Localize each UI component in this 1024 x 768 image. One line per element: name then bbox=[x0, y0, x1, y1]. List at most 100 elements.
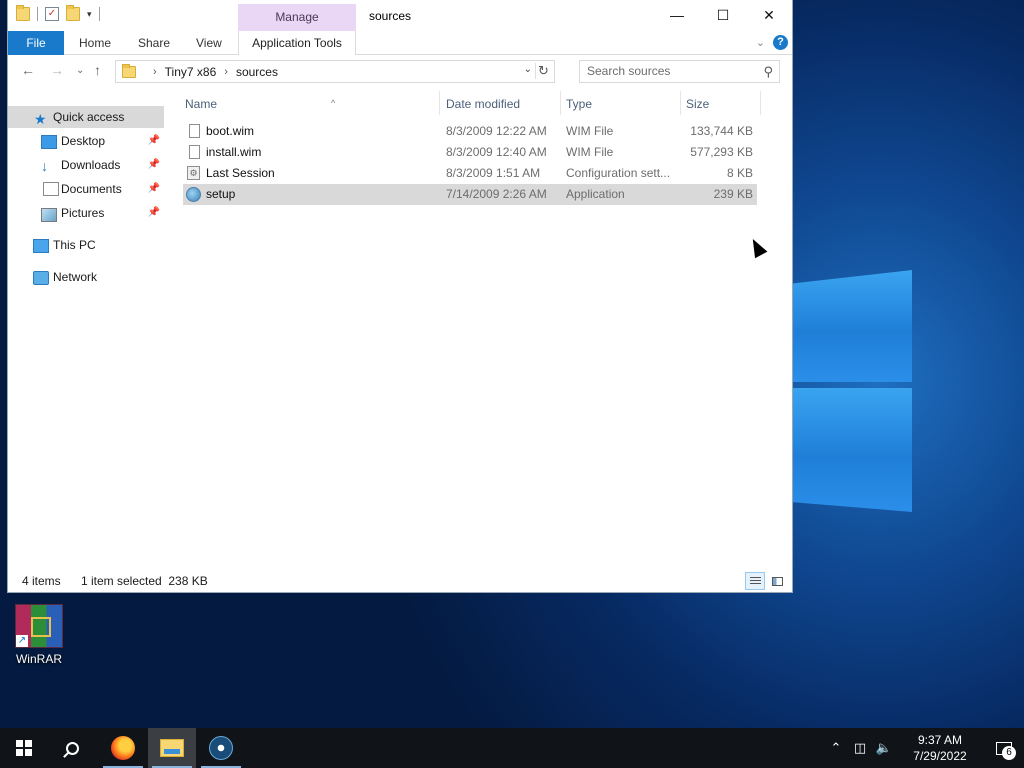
firefox-icon bbox=[111, 736, 135, 760]
column-divider[interactable] bbox=[439, 91, 440, 115]
breadcrumb-chevron-icon[interactable]: › bbox=[224, 66, 228, 78]
ribbon-tabs: File Home Share View Application Tools ⌄… bbox=[8, 31, 792, 55]
refresh-icon[interactable]: ↻ bbox=[535, 63, 551, 79]
wallpaper-logo-pane-top bbox=[792, 270, 912, 382]
file-row-boot-wim[interactable]: boot.wim 8/3/2009 12:22 AM WIM File 133,… bbox=[183, 121, 757, 142]
recent-locations-chevron-icon[interactable]: ⌄ bbox=[76, 65, 84, 76]
this-pc-icon bbox=[33, 239, 49, 253]
nav-item-this-pc[interactable]: This PC bbox=[8, 234, 164, 256]
nav-item-label: Pictures bbox=[61, 206, 105, 220]
address-bar[interactable]: › Tiny7 x86 › sources ⌄ ↻ bbox=[115, 60, 555, 83]
back-arrow-icon[interactable]: ← bbox=[21, 62, 35, 78]
action-center-button[interactable]: 6 bbox=[990, 728, 1018, 768]
windows-logo-icon bbox=[16, 740, 32, 756]
nav-item-network[interactable]: Network bbox=[8, 266, 164, 288]
nav-item-documents[interactable]: Documents 📌 bbox=[8, 178, 164, 200]
tab-share[interactable]: Share bbox=[138, 31, 170, 55]
column-divider[interactable] bbox=[760, 91, 761, 115]
up-arrow-icon[interactable]: ↑ bbox=[94, 62, 101, 78]
address-row: ← → ⌄ ↑ › Tiny7 x86 › sources ⌄ ↻ Search… bbox=[8, 58, 792, 86]
search-icon[interactable]: ⚲ bbox=[763, 61, 773, 82]
column-divider[interactable] bbox=[560, 91, 561, 115]
large-icons-view-button[interactable] bbox=[767, 572, 787, 590]
column-header-date-modified[interactable]: Date modified bbox=[446, 95, 520, 113]
file-date: 7/14/2009 2:26 AM bbox=[446, 187, 547, 201]
taskbar-steam[interactable] bbox=[197, 728, 245, 768]
minimize-button[interactable]: — bbox=[654, 0, 700, 30]
maximize-button[interactable]: ☐ bbox=[700, 0, 746, 30]
folder-icon bbox=[122, 63, 136, 78]
breadcrumb-sources[interactable]: sources bbox=[236, 65, 278, 79]
pictures-icon bbox=[41, 208, 57, 222]
tab-home[interactable]: Home bbox=[79, 31, 111, 55]
sort-ascending-icon: ^ bbox=[331, 98, 336, 108]
file-row-last-session[interactable]: ⚙ Last Session 8/3/2009 1:51 AM Configur… bbox=[183, 163, 757, 184]
close-button[interactable]: ✕ bbox=[746, 0, 792, 30]
clock[interactable]: 9:37 AM 7/29/2022 bbox=[900, 732, 980, 764]
customize-toolbar-chevron-icon[interactable]: ▾ bbox=[87, 9, 92, 20]
column-divider[interactable] bbox=[680, 91, 681, 115]
file-date: 8/3/2009 12:22 AM bbox=[446, 124, 547, 138]
nav-item-desktop[interactable]: Desktop 📌 bbox=[8, 130, 164, 152]
file-type: Application bbox=[566, 187, 625, 201]
file-row-setup[interactable]: setup 7/14/2009 2:26 AM Application 239 … bbox=[183, 184, 757, 205]
search-button[interactable] bbox=[48, 728, 96, 768]
column-header-type[interactable]: Type bbox=[566, 95, 592, 113]
file-size: 577,293 KB bbox=[690, 145, 753, 159]
pin-icon[interactable]: 📌 bbox=[148, 202, 160, 224]
file-row-install-wim[interactable]: install.wim 8/3/2009 12:40 AM WIM File 5… bbox=[183, 142, 757, 163]
ribbon-controls: ⌄ ? bbox=[756, 35, 788, 50]
nav-item-pictures[interactable]: Pictures 📌 bbox=[8, 202, 164, 224]
file-date: 8/3/2009 1:51 AM bbox=[446, 166, 541, 180]
nav-item-label: Documents bbox=[61, 182, 122, 196]
file-icon bbox=[189, 145, 200, 159]
file-name: boot.wim bbox=[206, 124, 255, 138]
pin-icon[interactable]: 📌 bbox=[148, 154, 160, 176]
setup-application-icon bbox=[186, 187, 201, 202]
nav-item-quick-access[interactable]: ★ Quick access bbox=[8, 106, 164, 128]
nav-item-label: This PC bbox=[53, 238, 96, 252]
tab-file[interactable]: File bbox=[8, 31, 64, 55]
column-header-size[interactable]: Size bbox=[686, 95, 709, 113]
tab-manage[interactable]: Manage bbox=[238, 4, 356, 31]
pin-icon[interactable]: 📌 bbox=[148, 178, 160, 200]
file-name: setup bbox=[206, 187, 236, 201]
winrar-icon: ↗ bbox=[15, 604, 63, 648]
title-bar[interactable]: ✓ ▾ Manage sources — ☐ ✕ bbox=[8, 0, 792, 31]
navigation-pane: ★ Quick access Desktop 📌 ↓ Downloads 📌 D… bbox=[8, 95, 166, 565]
quick-access-toolbar: ✓ ▾ bbox=[16, 5, 100, 21]
tab-application-tools[interactable]: Application Tools bbox=[238, 31, 356, 55]
network-status-icon[interactable]: ◫ bbox=[848, 740, 872, 756]
clock-date: 7/29/2022 bbox=[913, 749, 967, 763]
tab-view[interactable]: View bbox=[196, 31, 222, 55]
new-folder-icon[interactable] bbox=[66, 5, 80, 21]
downloads-icon: ↓ bbox=[41, 158, 48, 174]
taskbar-firefox[interactable] bbox=[99, 728, 147, 768]
volume-icon[interactable]: 🔈 bbox=[872, 740, 896, 756]
breadcrumb-tiny7-x86[interactable]: Tiny7 x86 bbox=[165, 65, 217, 79]
desktop-icon-label: WinRAR bbox=[15, 652, 62, 666]
column-header-name[interactable]: Name ^ bbox=[185, 95, 335, 113]
nav-item-label: Downloads bbox=[61, 158, 121, 172]
toolbar-separator bbox=[98, 7, 100, 21]
address-history-chevron-icon[interactable]: ⌄ bbox=[524, 64, 532, 75]
show-hidden-icons-chevron-icon[interactable]: ⌃ bbox=[824, 740, 848, 756]
file-name: install.wim bbox=[206, 145, 262, 159]
toolbar-separator bbox=[37, 7, 38, 21]
desktop-icon-winrar[interactable]: ↗ WinRAR bbox=[8, 604, 70, 666]
folder-icon[interactable] bbox=[16, 5, 30, 21]
expand-ribbon-chevron-icon[interactable]: ⌄ bbox=[756, 36, 765, 49]
file-size: 239 KB bbox=[713, 187, 753, 201]
breadcrumb-chevron-icon[interactable]: › bbox=[153, 66, 157, 78]
properties-icon[interactable]: ✓ bbox=[45, 7, 59, 21]
forward-arrow-icon[interactable]: → bbox=[50, 62, 64, 78]
search-input[interactable]: Search sources ⚲ bbox=[579, 60, 780, 83]
details-view-button[interactable] bbox=[745, 572, 765, 590]
taskbar-file-explorer[interactable] bbox=[148, 728, 196, 768]
nav-item-downloads[interactable]: ↓ Downloads 📌 bbox=[8, 154, 164, 176]
pin-icon[interactable]: 📌 bbox=[148, 130, 160, 152]
desktop-icon bbox=[41, 135, 57, 149]
help-icon[interactable]: ? bbox=[773, 35, 788, 50]
start-button[interactable] bbox=[0, 728, 48, 768]
search-placeholder: Search sources bbox=[587, 64, 671, 78]
